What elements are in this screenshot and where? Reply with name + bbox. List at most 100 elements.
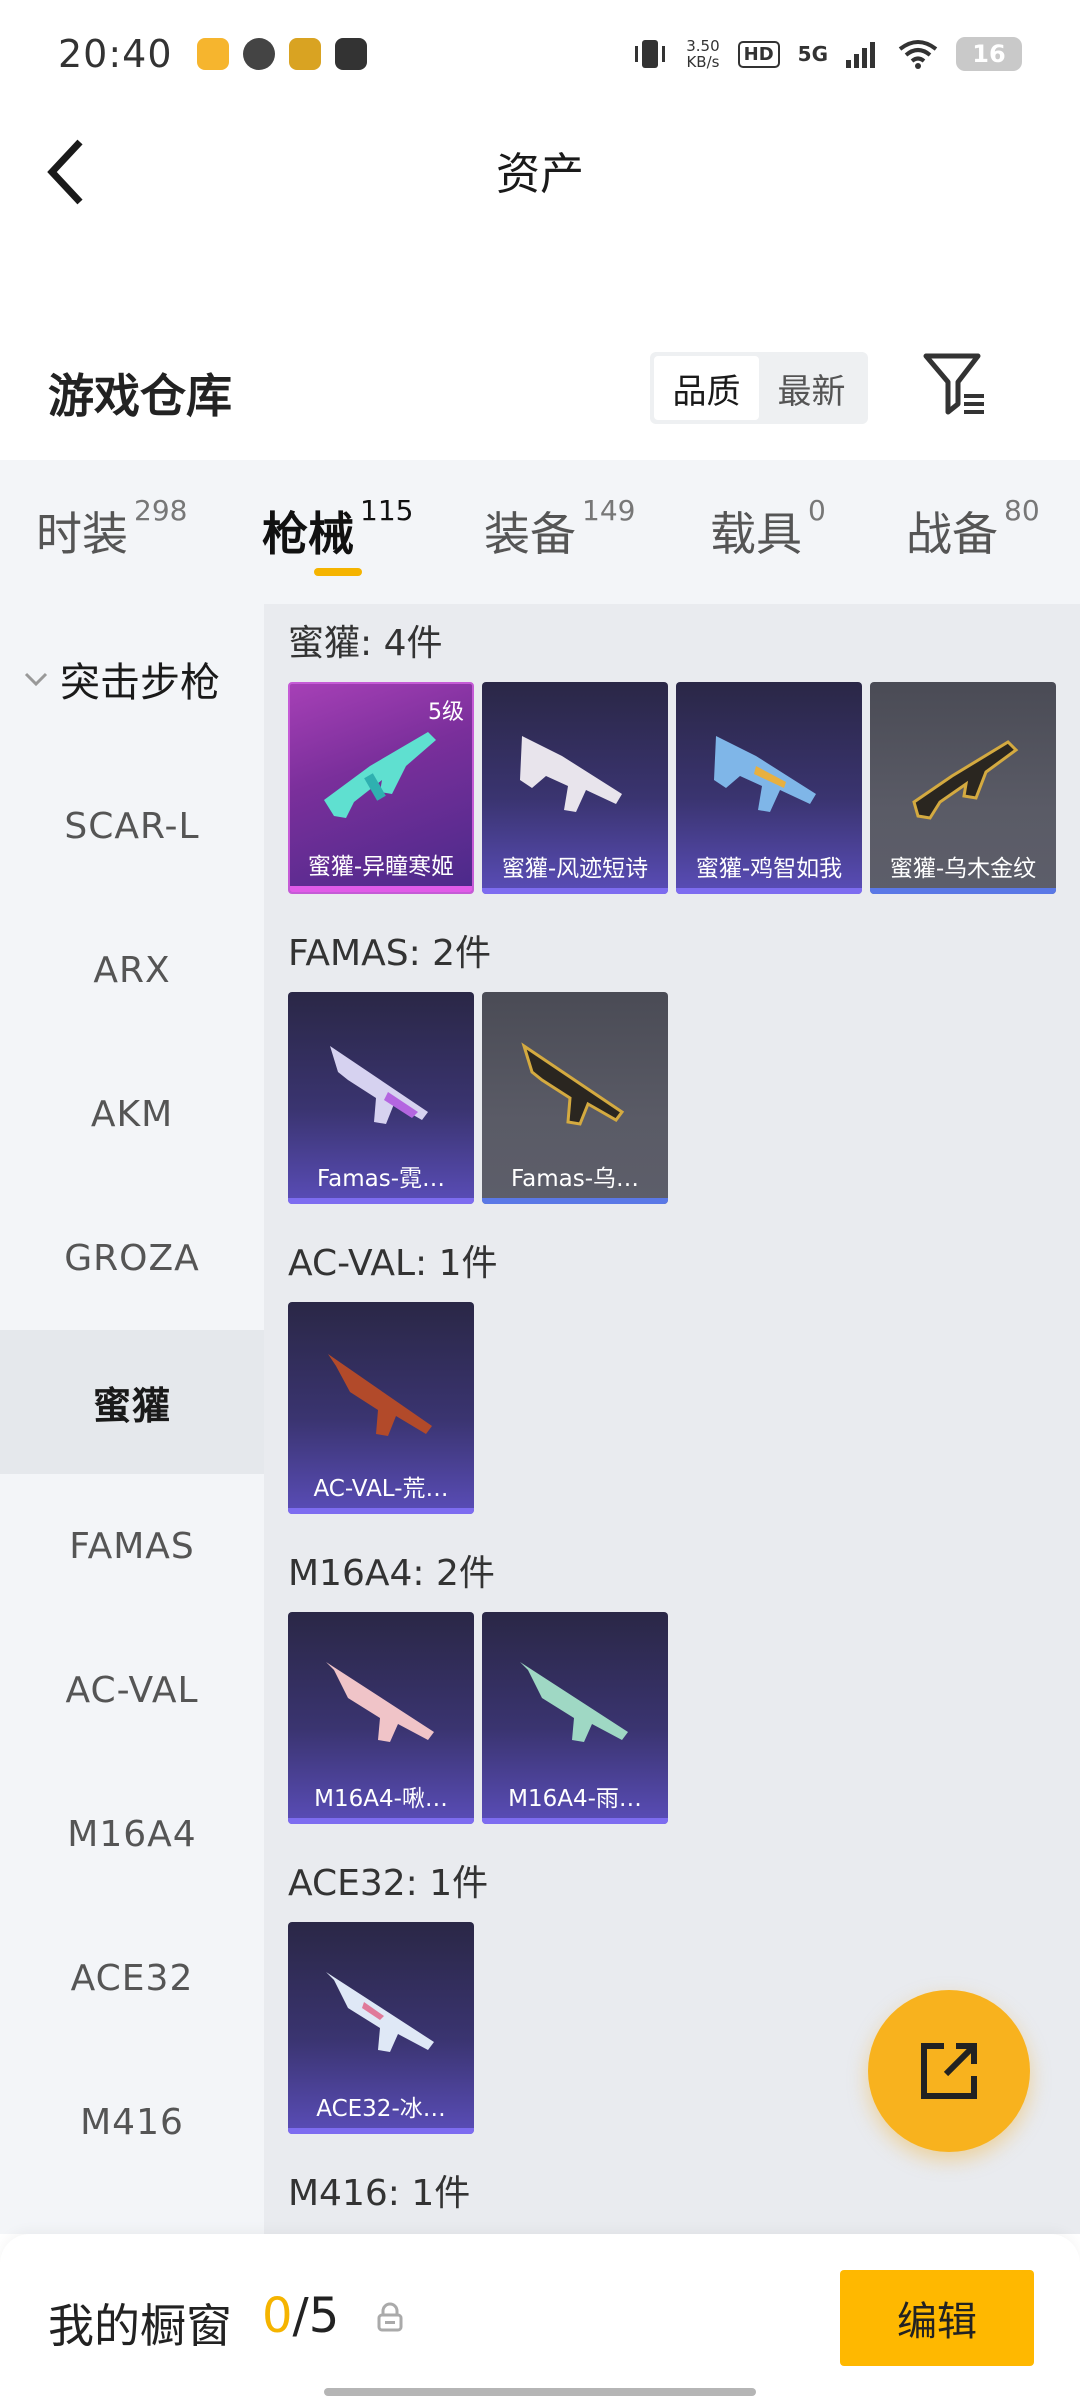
- status-app-icons: [196, 38, 367, 70]
- rarity-bar: [288, 1198, 474, 1204]
- skin-card[interactable]: M16A4-啾…: [288, 1612, 474, 1824]
- app-notification-icon: [288, 38, 321, 70]
- tab-count: 149: [582, 494, 636, 527]
- sidebar-item-ace32[interactable]: ACE32: [0, 1906, 264, 2050]
- group-title-famas: FAMAS: 2件: [288, 933, 492, 974]
- skin-name: Famas-乌…: [511, 1166, 639, 1192]
- skin-name: 蜜獾-鸡智如我: [695, 856, 843, 882]
- hd-badge: HD: [737, 40, 780, 68]
- sidebar-item-m416[interactable]: M416: [0, 2050, 264, 2194]
- skin-card[interactable]: Famas-霓…: [288, 992, 474, 1204]
- edit-button[interactable]: 编辑: [840, 2270, 1034, 2366]
- share-external-icon: [921, 2043, 977, 2099]
- group-title-m16a4: M16A4: 2件: [288, 1553, 495, 1594]
- skin-name: 蜜獾-异瞳寒姬: [307, 854, 455, 880]
- sidebar-category-assault-rifle[interactable]: 突击步枪: [0, 604, 264, 754]
- rifle-image: [324, 732, 436, 818]
- rarity-bar: [676, 888, 862, 894]
- chevron-down-icon: [24, 672, 48, 687]
- tab-equipment[interactable]: 装备 149: [484, 494, 635, 564]
- rarity-bar: [482, 1198, 668, 1204]
- network-speed: 3.50 KB/s: [686, 37, 720, 71]
- sidebar-item-famas[interactable]: FAMAS: [0, 1474, 264, 1618]
- tab-supplies[interactable]: 战备 80: [906, 494, 1040, 564]
- skin-name: M16A4-雨…: [508, 1786, 642, 1812]
- rarity-bar: [288, 2128, 474, 2134]
- skin-card[interactable]: AC-VAL-荒…: [288, 1302, 474, 1514]
- rarity-bar: [482, 1818, 668, 1824]
- warehouse-header: 游戏仓库 品质 最新: [0, 340, 1080, 460]
- rifle-image: [328, 1354, 432, 1436]
- rifle-image: [521, 1042, 625, 1126]
- sidebar-item-m16a4[interactable]: M16A4: [0, 1762, 264, 1906]
- rifle-image: [520, 736, 622, 812]
- skin-card[interactable]: 蜜獾-风迹短诗: [482, 682, 668, 894]
- network-type: 5G: [797, 42, 828, 66]
- showcase-count: 0/5: [262, 2288, 339, 2344]
- share-fab-button[interactable]: [868, 1990, 1030, 2152]
- warehouse-title: 游戏仓库: [48, 369, 232, 423]
- skin-card[interactable]: M16A4-雨…: [482, 1612, 668, 1824]
- sort-toggle: 品质 最新: [650, 352, 868, 424]
- signal-icon: [846, 42, 875, 68]
- tab-firearms[interactable]: 枪械 115: [262, 494, 413, 564]
- tab-count: 80: [1004, 494, 1040, 527]
- sidebar-item-akm[interactable]: AKM: [0, 1042, 264, 1186]
- filter-icon: [923, 353, 984, 415]
- rarity-bar: [288, 1818, 474, 1824]
- rifle-image: [912, 740, 1019, 820]
- sort-by-quality[interactable]: 品质: [654, 356, 759, 420]
- skin-name: Famas-霓…: [317, 1166, 445, 1192]
- sidebar-item-ac-val[interactable]: AC-VAL: [0, 1618, 264, 1762]
- showcase-current: 0: [262, 2288, 293, 2344]
- tab-count: 0: [808, 494, 826, 527]
- skin-name: 蜜獾-乌木金纹: [889, 856, 1037, 882]
- sidebar-category-label: 突击步枪: [60, 660, 220, 706]
- skin-card[interactable]: ACE32-冰…: [288, 1922, 474, 2134]
- wifi-icon: [898, 40, 938, 69]
- skin-card[interactable]: 5级 蜜獾-异瞳寒姬: [288, 682, 474, 894]
- rifle-image: [326, 1662, 434, 1742]
- skin-name: 蜜獾-风迹短诗: [501, 856, 649, 882]
- skin-name: M16A4-啾…: [314, 1786, 448, 1812]
- tab-label: 战备: [906, 507, 998, 561]
- rarity-bar: [288, 1508, 474, 1514]
- group-title-ace32: ACE32: 1件: [288, 1863, 489, 1904]
- header: 资产: [0, 108, 1080, 228]
- showcase-total: /5: [292, 2288, 340, 2344]
- sidebar-item-honey-badger[interactable]: 蜜獾: [0, 1330, 264, 1474]
- group-title-ac-val: AC-VAL: 1件: [288, 1243, 498, 1284]
- sidebar-item-groza[interactable]: GROZA: [0, 1186, 264, 1330]
- active-tab-indicator: [314, 568, 362, 576]
- tab-fashion[interactable]: 时装 298: [36, 494, 187, 564]
- skin-name: AC-VAL-荒…: [313, 1476, 449, 1502]
- rarity-bar: [482, 888, 668, 894]
- sidebar-item-arx[interactable]: ARX: [0, 898, 264, 1042]
- skin-card[interactable]: Famas-乌…: [482, 992, 668, 1204]
- home-indicator[interactable]: [324, 2388, 756, 2396]
- rifle-image: [326, 1972, 434, 2052]
- tab-label: 枪械: [262, 507, 354, 561]
- rifle-image: [714, 736, 816, 812]
- app-notification-icon: [242, 38, 275, 70]
- app-notification-icon: [334, 38, 367, 70]
- rifle-image: [520, 1662, 628, 1742]
- sort-by-newest[interactable]: 最新: [759, 356, 864, 420]
- tab-vehicles[interactable]: 载具 0: [710, 494, 826, 564]
- app-notification-icon: [196, 38, 229, 70]
- vibrate-icon: [635, 40, 666, 68]
- group-title-m416: M416: 1件: [288, 2173, 471, 2214]
- battery-indicator: 16: [956, 37, 1022, 71]
- rarity-bar: [870, 888, 1056, 894]
- showcase-label: 我的橱窗: [48, 2299, 232, 2353]
- showcase-bar: 我的橱窗 0/5 编辑: [0, 2234, 1080, 2400]
- filter-button[interactable]: [920, 350, 990, 420]
- tab-label: 装备: [484, 507, 576, 561]
- status-time: 20:40: [58, 32, 173, 76]
- skin-level-badge: 5级: [428, 700, 464, 725]
- tab-label: 载具: [710, 507, 802, 561]
- skin-card[interactable]: 蜜獾-鸡智如我: [676, 682, 862, 894]
- sidebar-item-scar-l[interactable]: SCAR-L: [0, 754, 264, 898]
- rifle-image: [330, 1046, 428, 1124]
- skin-card[interactable]: 蜜獾-乌木金纹: [870, 682, 1056, 894]
